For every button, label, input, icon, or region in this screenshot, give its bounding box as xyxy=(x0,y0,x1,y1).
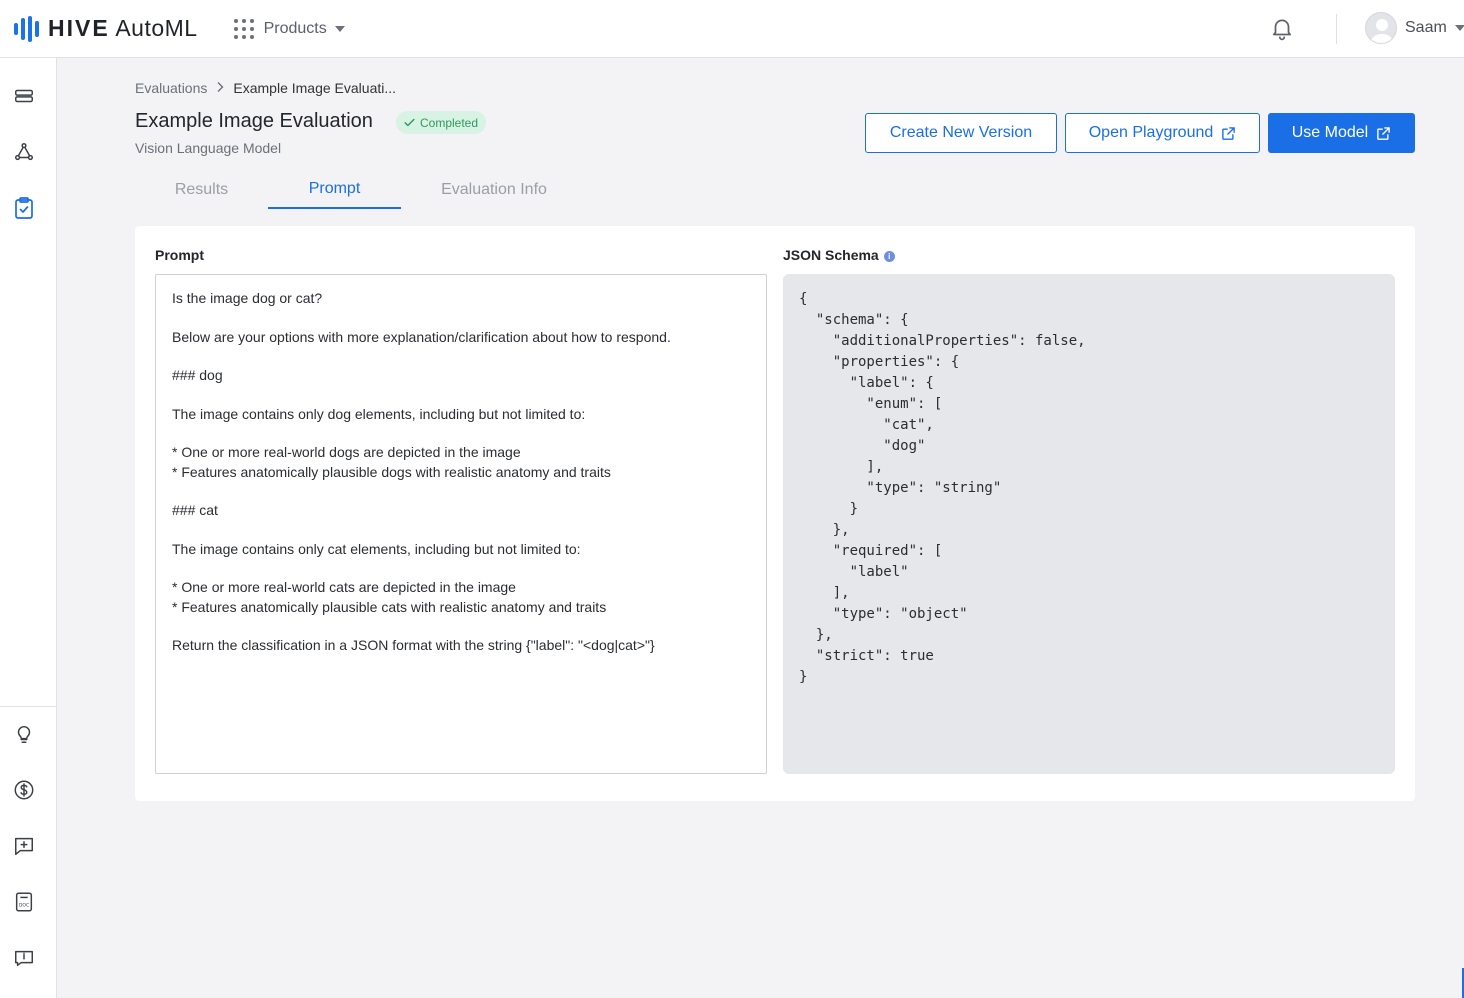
sidebar: DOC xyxy=(0,58,57,998)
open-playground-label: Open Playground xyxy=(1088,124,1214,141)
chevron-down-icon xyxy=(334,25,345,32)
chat-info-icon[interactable] xyxy=(12,946,36,970)
dollar-icon[interactable] xyxy=(12,778,36,802)
prompt-textarea[interactable]: Is the image dog or cat? Below are your … xyxy=(155,274,767,774)
prompt-card: Prompt Is the image dog or cat? Below ar… xyxy=(135,226,1415,801)
breadcrumb-parent-link[interactable]: Evaluations xyxy=(135,80,207,96)
user-menu[interactable]: Saam xyxy=(1365,12,1464,44)
user-name: Saam xyxy=(1405,19,1447,36)
logo-text: HIVE AutoML xyxy=(48,15,198,41)
document-icon[interactable]: DOC xyxy=(12,890,36,914)
json-schema-label: JSON Schema xyxy=(783,247,879,263)
chevron-down-icon xyxy=(1454,25,1464,31)
tab-bar: Results Prompt Evaluation Info xyxy=(135,170,587,210)
breadcrumb: Evaluations Example Image Evaluati... xyxy=(135,80,396,96)
top-bar: HIVE AutoML Products xyxy=(0,0,1464,58)
status-badge: Completed xyxy=(396,111,487,134)
nodes-icon[interactable] xyxy=(12,140,36,164)
tab-evaluation-info[interactable]: Evaluation Info xyxy=(401,170,587,209)
header-divider xyxy=(1336,14,1337,44)
page-title: Example Image Evaluation xyxy=(135,110,373,132)
hive-logo[interactable]: HIVE AutoML xyxy=(14,15,198,42)
layers-icon[interactable] xyxy=(12,84,36,108)
external-link-icon xyxy=(1377,126,1391,140)
lightbulb-icon[interactable] xyxy=(12,722,36,746)
info-icon[interactable]: i xyxy=(883,251,895,262)
prompt-heading: Prompt xyxy=(155,247,204,263)
feedback-icon[interactable] xyxy=(12,834,36,858)
svg-text:DOC: DOC xyxy=(19,903,29,909)
products-menu[interactable]: Products xyxy=(233,18,345,39)
logo-bars-icon xyxy=(14,15,39,42)
apps-grid-icon xyxy=(233,18,254,39)
status-badge-label: Completed xyxy=(420,115,479,130)
external-link-icon xyxy=(1222,126,1236,140)
page-subtitle: Vision Language Model xyxy=(135,140,282,156)
sidebar-divider xyxy=(0,706,56,707)
check-icon xyxy=(404,118,415,127)
tab-prompt[interactable]: Prompt xyxy=(268,170,401,209)
clipboard-check-icon[interactable] xyxy=(12,196,36,220)
chevron-right-icon xyxy=(216,80,224,96)
avatar xyxy=(1365,12,1397,44)
bell-icon[interactable] xyxy=(1269,15,1295,41)
use-model-label: Use Model xyxy=(1291,124,1369,141)
products-label: Products xyxy=(263,19,327,37)
open-playground-button[interactable]: Open Playground xyxy=(1065,113,1260,153)
tab-results[interactable]: Results xyxy=(135,170,268,209)
create-new-version-button[interactable]: Create New Version xyxy=(865,113,1057,153)
json-schema-heading: JSON Schema i xyxy=(783,247,895,263)
use-model-button[interactable]: Use Model xyxy=(1268,113,1415,153)
json-schema-code: { "schema": { "additionalProperties": fa… xyxy=(783,274,1395,774)
create-new-version-label: Create New Version xyxy=(889,124,1033,141)
breadcrumb-current: Example Image Evaluati... xyxy=(233,80,397,96)
